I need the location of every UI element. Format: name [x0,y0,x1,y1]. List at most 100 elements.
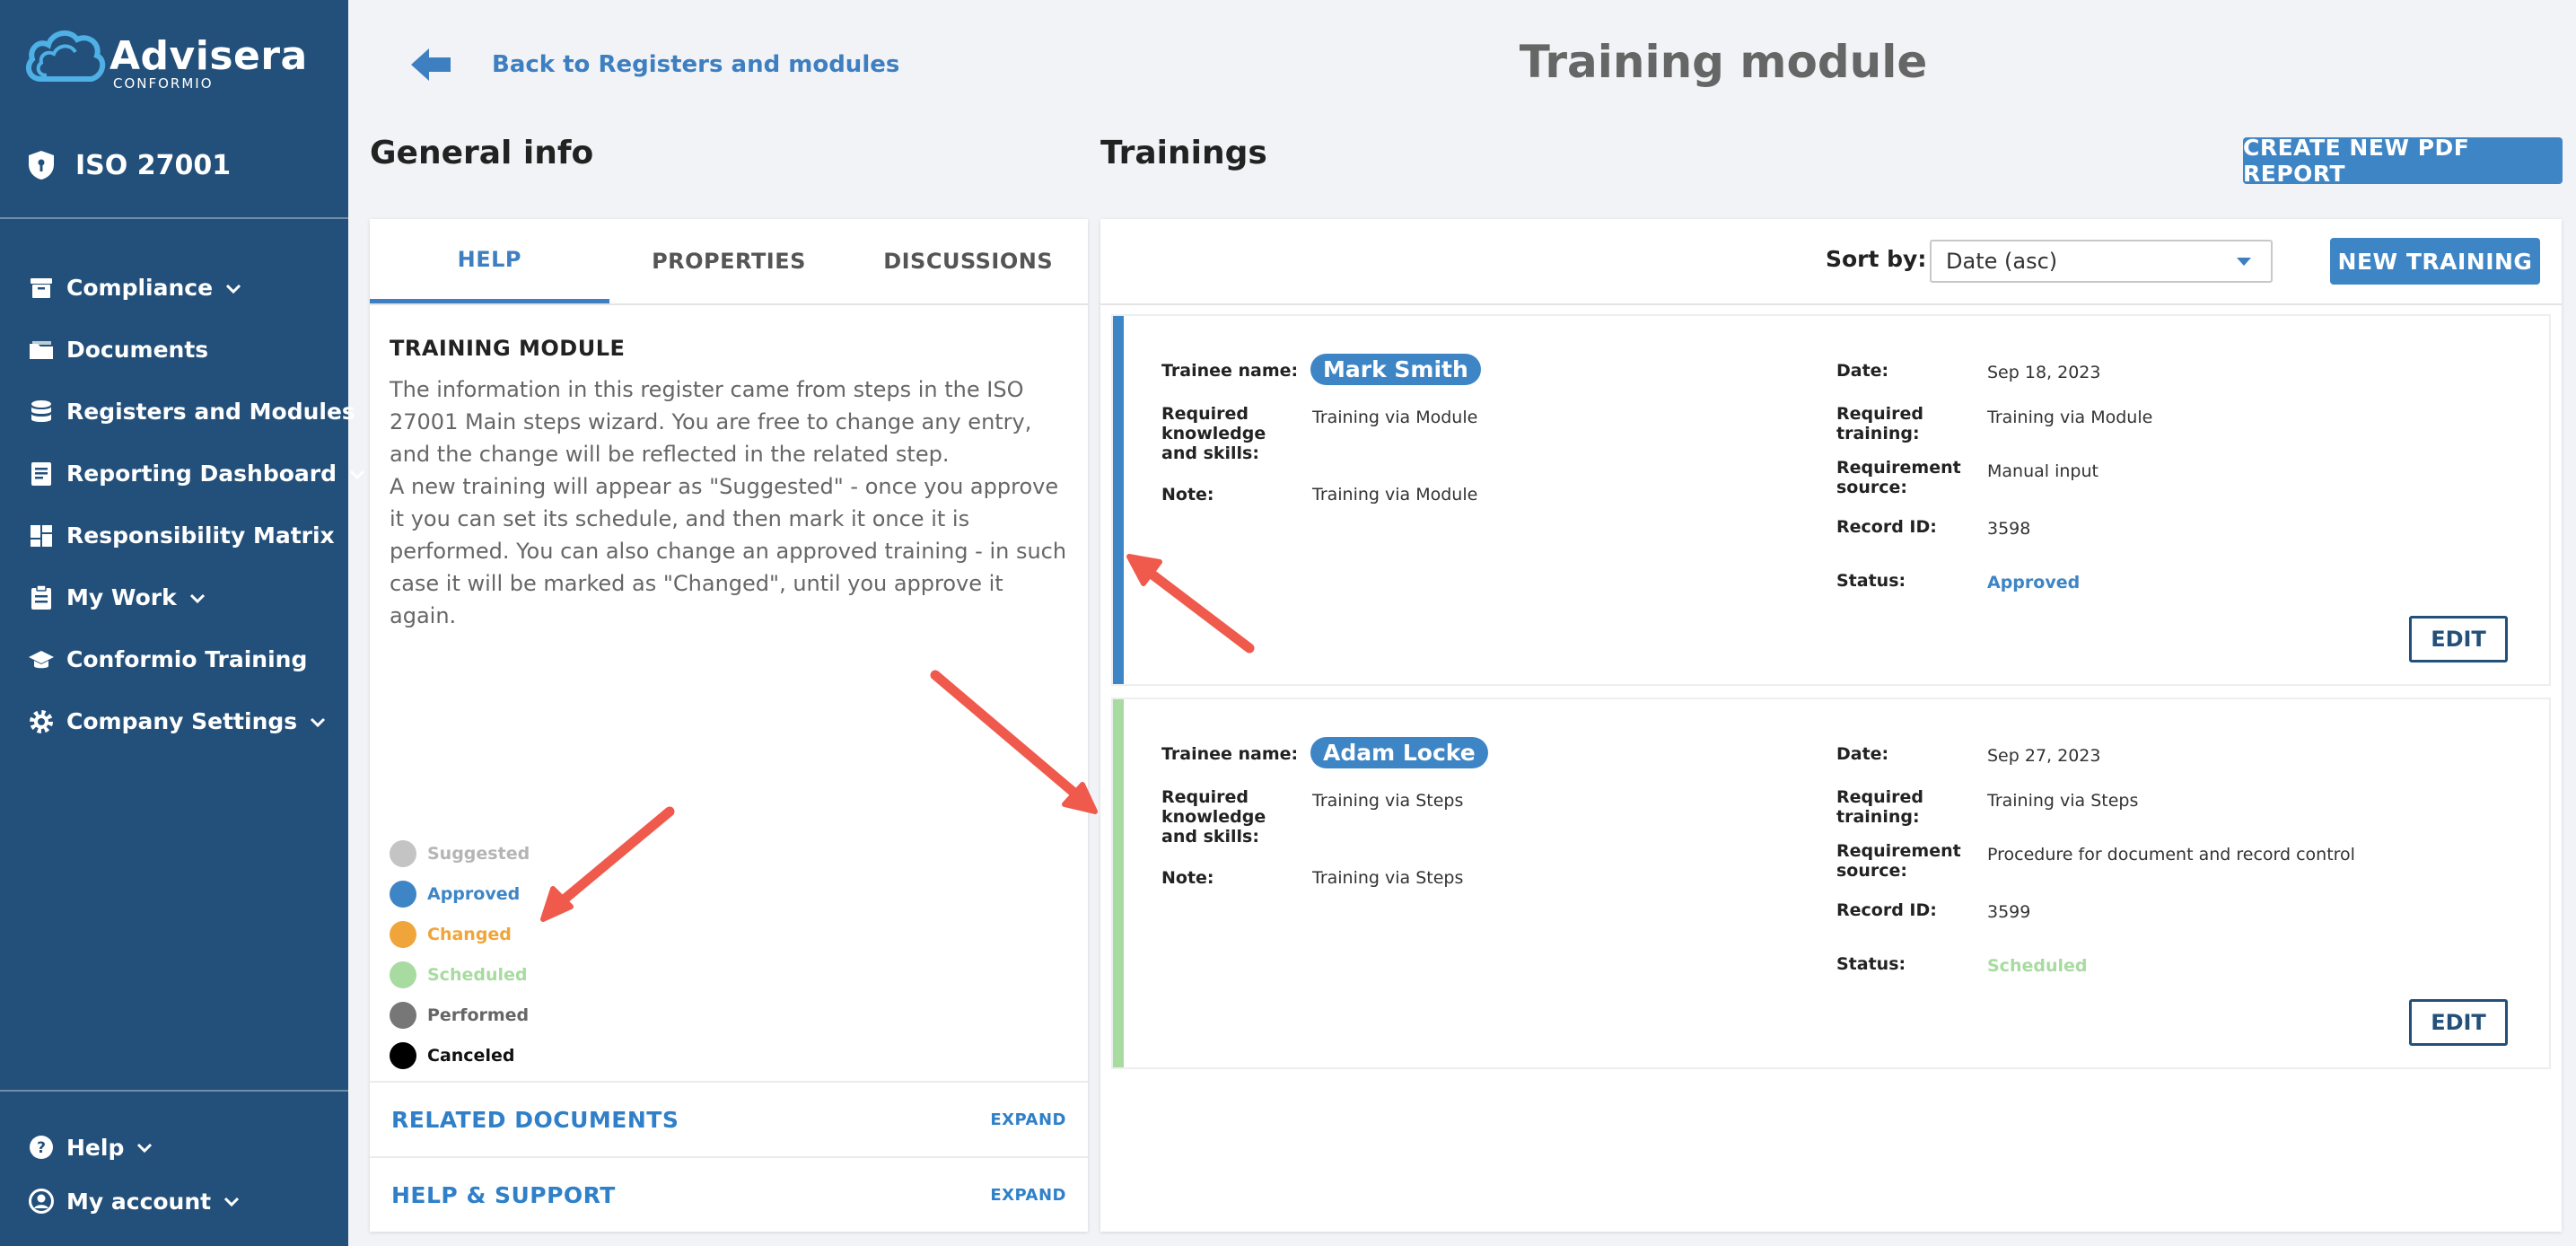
required-training-label: Required training: [1836,787,1924,827]
knowledge-value: Training via Module [1312,408,1478,427]
record-id-label: Record ID: [1836,517,1937,537]
date-label: Date: [1836,361,1889,381]
logo-text: Advisera [110,33,308,79]
expand-link[interactable]: EXPAND [990,1186,1066,1205]
required-training-label: Required training: [1836,404,1924,443]
status-dot-icon [390,880,416,908]
trainee-name-badge: Mark Smith [1310,354,1481,385]
general-info-title: General info [370,135,594,171]
status-bar [1113,316,1124,684]
chevron-down-icon [189,593,205,603]
expand-link[interactable]: EXPAND [990,1110,1066,1129]
tab-properties[interactable]: PROPERTIES [609,219,849,303]
tab-discussions[interactable]: DISCUSSIONS [848,219,1088,303]
svg-text:?: ? [37,1139,46,1157]
help-text: The information in this register came fr… [390,373,1072,632]
standard-selector[interactable]: ISO 27001 [27,149,231,181]
trainee-name-badge: Adam Locke [1310,737,1488,768]
sidebar-item-compliance[interactable]: Compliance [27,257,367,319]
chevron-down-icon [226,284,241,294]
sidebar-item-label: Responsibility Matrix [66,522,335,548]
sidebar-item-my-account[interactable]: My account [27,1174,241,1228]
legend-label: Suggested [427,843,530,864]
legend-label: Performed [427,1005,530,1025]
create-pdf-report-button[interactable]: CREATE NEW PDF REPORT [2243,135,2563,187]
legend-label: Approved [427,883,521,904]
sidebar-bottom-nav: ? Help My account [27,1120,241,1228]
status-value: Scheduled [1987,956,2088,976]
gear-icon [30,709,53,733]
note-value: Training via Module [1312,485,1478,505]
sidebar-item-label: Help [66,1134,125,1161]
sidebar-item-documents[interactable]: Documents [27,319,367,381]
training-card: Trainee name: Adam Locke Required knowle… [1111,698,2551,1069]
back-link[interactable]: Back to Registers and modules [409,45,899,84]
sidebar-item-responsibility-matrix[interactable]: Responsibility Matrix [27,505,367,566]
sidebar-item-label: Company Settings [66,708,298,734]
sidebar-item-help[interactable]: ? Help [27,1120,241,1174]
sidebar-item-company-settings[interactable]: Company Settings [27,690,367,752]
status-value: Approved [1987,573,2081,592]
cloud-logo-icon [25,30,106,82]
requirement-source-value: Procedure for document and record contro… [1987,845,2355,864]
knowledge-label: Required knowledge and skills: [1161,787,1266,847]
logo-subtext: CONFORMIO [113,75,214,92]
requirement-source-value: Manual input [1987,461,2098,481]
edit-button[interactable]: EDIT [2409,616,2508,662]
sidebar-divider [0,217,348,219]
caret-down-icon [2237,258,2251,266]
note-value: Training via Steps [1312,868,1464,888]
database-icon [31,399,51,422]
legend-item: Canceled [390,1035,530,1075]
note-label: Note: [1161,485,1214,505]
status-dot-icon [390,839,416,867]
sidebar-nav: Compliance Documents Registers and Modul… [27,257,367,752]
accordion-title: HELP & SUPPORT [391,1181,616,1208]
required-training-value: Training via Module [1987,408,2153,427]
status-label: Status: [1836,954,1906,974]
chevron-down-icon [137,1143,153,1154]
sidebar-item-my-work[interactable]: My Work [27,566,367,628]
sidebar-item-label: Compliance [66,275,214,301]
legend-label: Changed [427,924,512,944]
sidebar-divider [0,1090,348,1092]
knowledge-label: Required knowledge and skills: [1161,404,1266,463]
sidebar-item-label: Reporting Dashboard [66,461,337,487]
sidebar-item-label: Conformio Training [66,646,308,672]
help-paragraph: A new training will appear as "Suggested… [390,474,1067,628]
standard-label: ISO 27001 [75,149,232,181]
legend-item: Approved [390,873,530,914]
chevron-down-icon [224,1197,240,1207]
shield-icon [29,151,54,180]
tab-help[interactable]: HELP [370,219,609,303]
help-circle-icon: ? [30,1136,53,1159]
help-paragraph: The information in this register came fr… [390,377,1032,467]
related-documents-accordion[interactable]: RELATED DOCUMENTS EXPAND [370,1081,1088,1156]
sidebar-item-conformio-training[interactable]: Conformio Training [27,628,367,690]
new-training-button[interactable]: NEW TRAINING [2330,238,2540,285]
required-training-value: Training via Steps [1987,791,2139,811]
general-info-panel: HELP PROPERTIES DISCUSSIONS TRAINING MOD… [370,219,1088,1232]
help-support-accordion[interactable]: HELP & SUPPORT EXPAND [370,1156,1088,1232]
sidebar-item-registers[interactable]: Registers and Modules [27,381,367,443]
sidebar-item-label: My Work [66,584,177,610]
trainings-toolbar: Sort by: Date (asc) NEW TRAINING [1100,219,2562,305]
help-title: TRAINING MODULE [390,336,626,361]
sidebar-item-reporting-dashboard[interactable]: Reporting Dashboard [27,443,367,505]
clipboard-icon [31,584,51,610]
folder-icon [30,340,53,359]
sort-by-value: Date (asc) [1946,249,2058,274]
status-bar [1113,699,1124,1067]
status-dot-icon [390,1001,416,1029]
legend-label: Canceled [427,1045,515,1066]
archive-icon [31,277,52,298]
date-label: Date: [1836,744,1889,764]
date-value: Sep 27, 2023 [1987,746,2101,766]
sort-by-select[interactable]: Date (asc) [1930,240,2273,283]
legend-item: Suggested [390,833,530,873]
sidebar: Advisera CONFORMIO ISO 27001 Compliance … [0,0,365,1246]
sidebar-item-label: Registers and Modules [66,399,355,425]
general-info-tabs: HELP PROPERTIES DISCUSSIONS [370,219,1088,305]
record-id-label: Record ID: [1836,900,1937,920]
edit-button[interactable]: EDIT [2409,999,2508,1046]
